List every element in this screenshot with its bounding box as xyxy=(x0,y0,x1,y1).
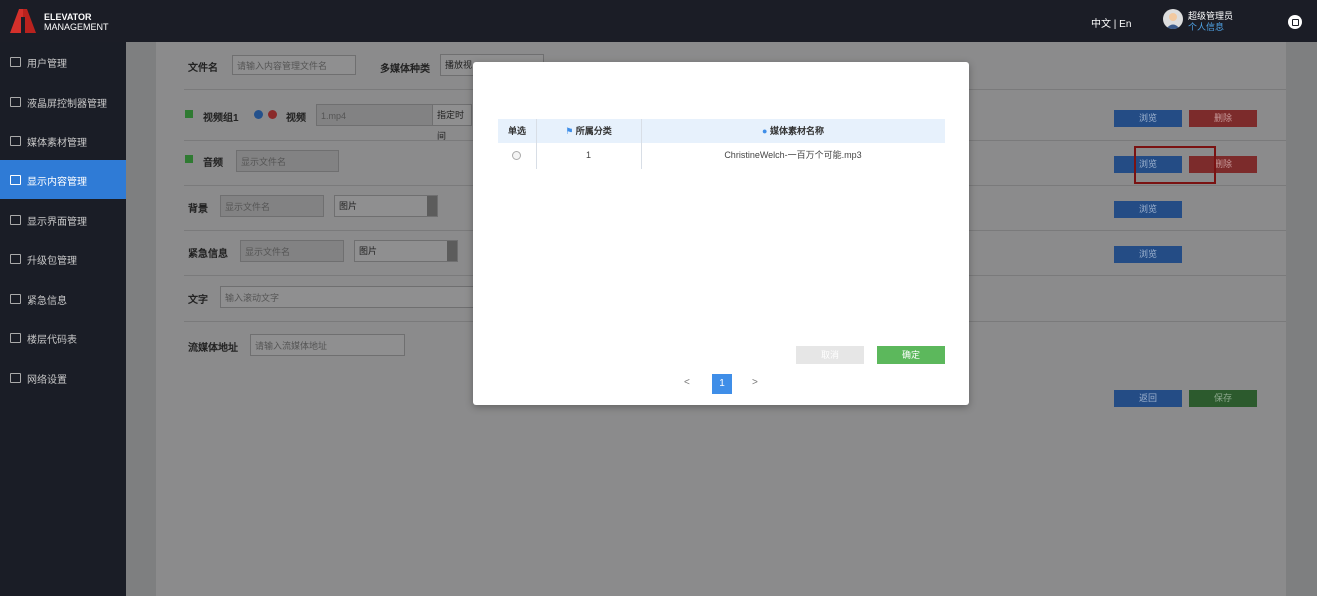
filename-input[interactable]: 请输入内容管理文件名 xyxy=(232,55,356,75)
warning-icon xyxy=(10,294,21,304)
video-time-select[interactable]: 指定时间 xyxy=(432,104,472,141)
flag-icon: ⚑ xyxy=(565,126,576,136)
confirm-button[interactable]: 确定 xyxy=(877,346,945,364)
add-icon[interactable] xyxy=(254,110,263,119)
video-delete-button[interactable]: 删除 xyxy=(1189,110,1257,127)
grid-icon xyxy=(10,175,21,185)
sidebar-item-display-ui[interactable]: 显示界面管理 xyxy=(0,200,126,239)
logo-text: ELEVATOR MANAGEMENT xyxy=(44,12,109,32)
avatar[interactable] xyxy=(1163,9,1183,29)
row-media-name: ChristineWelch-一百万个可能.mp3 xyxy=(724,150,862,160)
display-icon xyxy=(10,215,21,225)
network-icon xyxy=(10,373,21,383)
user-icon xyxy=(10,57,21,67)
video-group-label: 视频组1 xyxy=(203,113,239,124)
bg-label: 背景 xyxy=(188,204,208,215)
bg-type-select[interactable]: 图片 xyxy=(334,195,438,217)
sidebar: 用户管理 液晶屏控制器管理 媒体素材管理 显示内容管理 显示界面管理 升级包管理… xyxy=(0,42,126,596)
expand-icon[interactable] xyxy=(185,155,193,163)
sidebar-item-media[interactable]: 媒体素材管理 xyxy=(0,121,126,160)
media-select-dialog: 单选 ⚑ 所属分类 ● 媒体素材名称 1 ChristineWelch-一百万个… xyxy=(473,62,969,405)
back-button[interactable]: 返回 xyxy=(1114,390,1182,407)
highlight-box xyxy=(1134,146,1216,184)
audio-file-input[interactable]: 显示文件名 xyxy=(236,150,339,172)
sidebar-item-upgrade[interactable]: 升级包管理 xyxy=(0,239,126,278)
table-header: 单选 ⚑ 所属分类 ● 媒体素材名称 xyxy=(498,119,945,143)
chevron-down-icon xyxy=(427,196,437,216)
next-page-button[interactable]: > xyxy=(752,377,758,388)
row-category: 1 xyxy=(585,150,591,160)
column-category: ⚑ 所属分类 xyxy=(565,126,612,136)
sidebar-item-lcd-controller[interactable]: 液晶屏控制器管理 xyxy=(0,82,126,121)
language-switch[interactable]: 中文 | En xyxy=(1091,15,1131,30)
prev-page-button[interactable]: < xyxy=(684,377,690,388)
sidebar-item-network[interactable]: 网络设置 xyxy=(0,358,126,397)
floor-icon xyxy=(10,333,21,343)
urgent-file-input[interactable]: 显示文件名 xyxy=(240,240,344,262)
cancel-button[interactable]: 取消 xyxy=(796,346,864,364)
sidebar-item-user-management[interactable]: 用户管理 xyxy=(0,42,126,81)
audio-label: 音频 xyxy=(203,158,223,169)
column-select: 单选 xyxy=(507,126,526,136)
logout-icon[interactable] xyxy=(1288,15,1302,29)
top-bar: ELEVATOR MANAGEMENT 中文 | En 超级管理员 个人信息 xyxy=(0,0,1317,42)
logo-icon xyxy=(10,9,36,33)
urgent-browse-button[interactable]: 浏览 xyxy=(1114,246,1182,263)
upgrade-icon xyxy=(10,254,21,264)
stream-input[interactable]: 请输入流媒体地址 xyxy=(250,334,405,356)
sidebar-item-floor-codes[interactable]: 楼层代码表 xyxy=(0,318,126,357)
stream-label: 流媒体地址 xyxy=(188,343,238,354)
bg-file-input[interactable]: 显示文件名 xyxy=(220,195,324,217)
save-button[interactable]: 保存 xyxy=(1189,390,1257,407)
video-browse-button[interactable]: 浏览 xyxy=(1114,110,1182,127)
chevron-down-icon xyxy=(447,241,457,261)
row-radio[interactable] xyxy=(512,151,521,160)
urgent-type-select[interactable]: 图片 xyxy=(354,240,458,262)
filename-label: 文件名 xyxy=(188,63,218,74)
text-label: 文字 xyxy=(188,295,208,306)
user-avatar-icon xyxy=(1166,13,1180,29)
sliders-icon xyxy=(10,97,21,107)
media-type-label: 多媒体种类 xyxy=(380,64,430,75)
profile-link[interactable]: 个人信息 xyxy=(1188,20,1224,33)
text-input[interactable]: 输入滚动文字 xyxy=(220,286,480,308)
info-icon: ● xyxy=(762,126,770,136)
video-label: 视频 xyxy=(286,113,306,124)
sidebar-item-emergency[interactable]: 紧急信息 xyxy=(0,279,126,318)
column-media-name: ● 媒体素材名称 xyxy=(762,126,824,136)
page-1-button[interactable]: 1 xyxy=(712,374,732,394)
expand-icon[interactable] xyxy=(185,110,193,118)
remove-icon[interactable] xyxy=(268,110,277,119)
urgent-label: 紧急信息 xyxy=(188,249,228,260)
sidebar-item-display-content[interactable]: 显示内容管理 xyxy=(0,160,126,199)
bg-browse-button[interactable]: 浏览 xyxy=(1114,201,1182,218)
media-icon xyxy=(10,136,21,146)
